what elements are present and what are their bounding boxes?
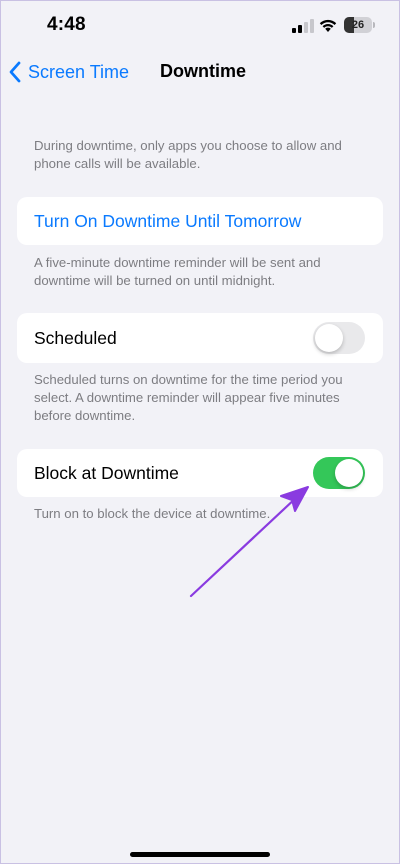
block-at-downtime-label: Block at Downtime [34, 463, 179, 483]
block-at-downtime-toggle[interactable] [313, 457, 365, 489]
battery-icon: 26 [344, 17, 372, 33]
toggle-knob [335, 459, 363, 487]
home-indicator[interactable] [130, 852, 270, 857]
signal-icon [292, 19, 314, 33]
battery-tip [373, 22, 375, 28]
scheduled-label: Scheduled [34, 328, 117, 348]
back-button[interactable]: Screen Time [8, 58, 129, 86]
chevron-left-icon [9, 61, 21, 83]
status-time: 4:48 [47, 14, 86, 35]
scheduled-row: Scheduled [17, 313, 383, 363]
turn-on-downtime-label[interactable]: Turn On Downtime Until Tomorrow [34, 211, 301, 232]
wifi-icon [319, 19, 337, 32]
page-title: Downtime [160, 61, 247, 81]
battery-level: 26 [351, 19, 365, 31]
back-button-label: Screen Time [28, 61, 130, 82]
turn-on-footnote: A five-minute downtime reminder will be … [34, 255, 321, 288]
status-bar: 4:48 26 [0, 0, 400, 50]
scheduled-toggle[interactable] [313, 322, 365, 354]
intro-footnote: During downtime, only apps you choose to… [34, 138, 342, 171]
scheduled-footnote: Scheduled turns on downtime for the time… [34, 372, 343, 423]
turn-on-downtime-row[interactable]: Turn On Downtime Until Tomorrow [17, 197, 383, 245]
arrow-icon [189, 486, 309, 598]
toggle-knob [315, 324, 343, 352]
screenshot-frame [0, 0, 400, 864]
